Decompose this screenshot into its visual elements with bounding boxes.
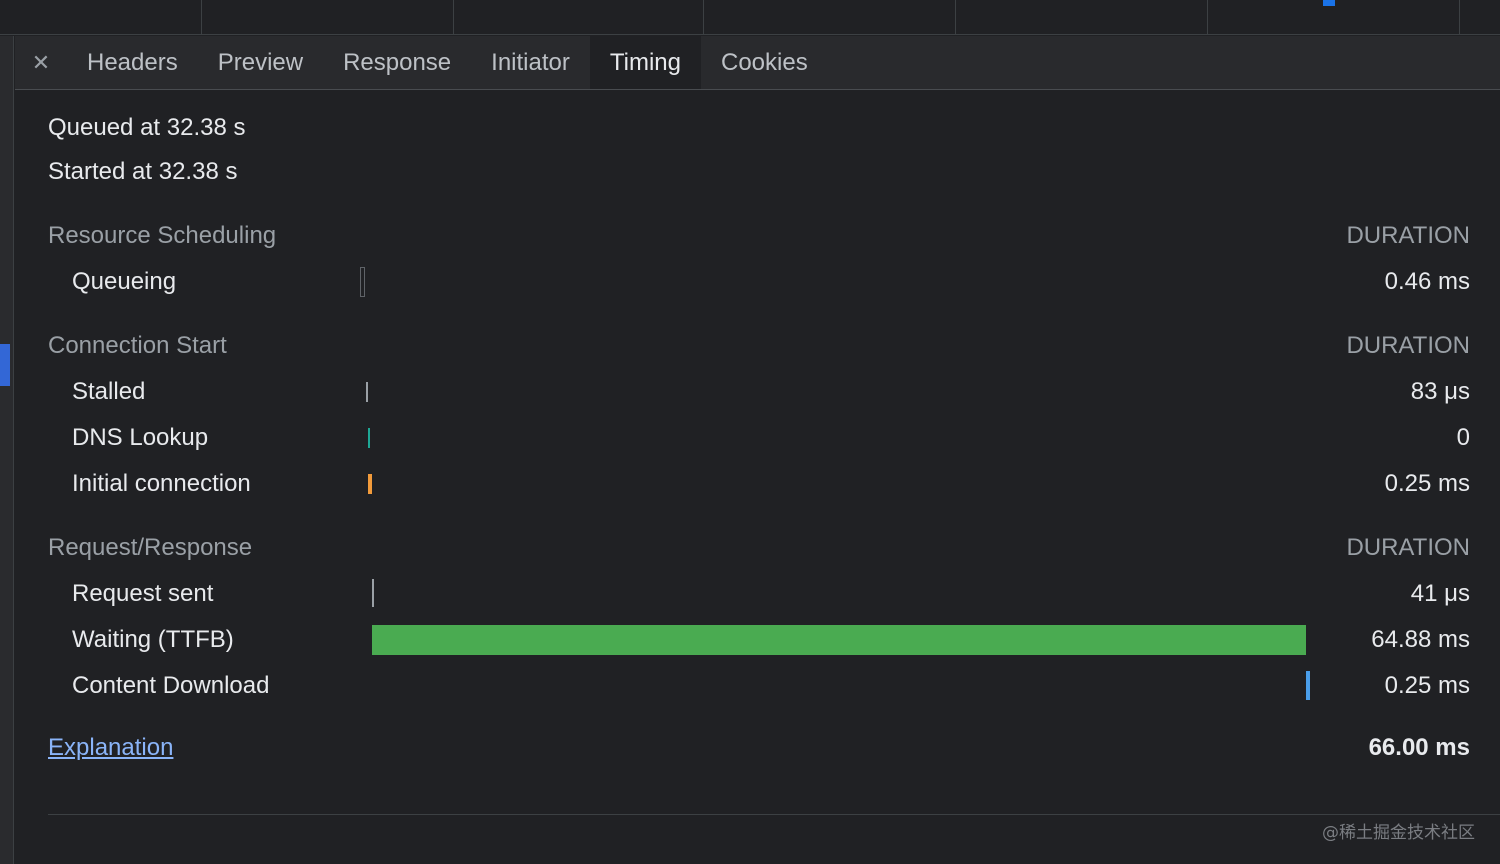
timing-row-request-sent: Request sent 41 μs (72, 574, 1470, 614)
queueing-bar (360, 267, 365, 297)
section-title: Resource Scheduling (48, 222, 277, 249)
timing-row-dns-lookup: DNS Lookup 0 (72, 418, 1470, 458)
timing-row-waiting-ttfb: Waiting (TTFB) 64.88 ms (72, 620, 1470, 660)
row-label: Request sent (72, 580, 214, 607)
column-divider (703, 0, 704, 35)
timeline-marker (1323, 0, 1335, 6)
duration-header: DURATION (1346, 534, 1470, 561)
row-label: Initial connection (72, 470, 251, 497)
started-at-text: Started at 32.38 s (48, 158, 238, 185)
row-label: Queueing (72, 268, 177, 295)
section-title: Request/Response (48, 534, 253, 561)
row-value: 41 μs (1410, 580, 1470, 607)
timing-total-row: Explanation 66.00 ms (48, 734, 1470, 762)
request-sent-bar (372, 579, 374, 607)
row-value: 64.88 ms (1371, 626, 1470, 653)
section-title: Connection Start (48, 332, 227, 359)
row-label: DNS Lookup (72, 424, 209, 451)
row-label: Content Download (72, 672, 270, 699)
selected-request-indicator (0, 344, 10, 386)
tab-cookies[interactable]: Cookies (701, 36, 828, 89)
stalled-bar (366, 382, 368, 402)
row-value: 0 (1456, 424, 1470, 451)
tab-timing[interactable]: Timing (589, 36, 701, 89)
duration-header: DURATION (1346, 222, 1470, 249)
row-value: 0.46 ms (1384, 268, 1470, 295)
row-label: Stalled (72, 378, 146, 405)
tab-preview[interactable]: Preview (198, 36, 323, 89)
timing-panel: Queued at 32.38 s Started at 32.38 s Res… (15, 91, 1500, 864)
column-divider (453, 0, 454, 35)
initial-connection-bar (368, 474, 372, 494)
row-label: Waiting (TTFB) (72, 626, 234, 653)
network-waterfall-header (0, 0, 1500, 35)
divider (48, 814, 1500, 815)
request-list-gutter[interactable] (0, 36, 14, 864)
tab-initiator[interactable]: Initiator (471, 36, 590, 89)
explanation-link[interactable]: Explanation (48, 734, 173, 761)
column-divider (1459, 0, 1460, 35)
section-header-resource-scheduling: Resource Scheduling DURATION (48, 222, 1470, 250)
row-value: 83 μs (1410, 378, 1470, 405)
content-download-bar (1306, 671, 1310, 700)
watermark: @稀土掘金技术社区 (1322, 823, 1475, 843)
section-header-request-response: Request/Response DURATION (48, 534, 1470, 562)
tab-response[interactable]: Response (323, 36, 471, 89)
row-value: 0.25 ms (1384, 672, 1470, 699)
total-duration: 66.00 ms (1368, 734, 1470, 761)
dns-lookup-bar (368, 428, 370, 448)
details-tab-bar: ✕ Headers Preview Response Initiator Tim… (15, 36, 1500, 90)
timing-row-initial-connection: Initial connection 0.25 ms (72, 464, 1470, 504)
waiting-ttfb-bar (372, 625, 1306, 655)
queued-at-text: Queued at 32.38 s (48, 114, 246, 141)
column-divider (1207, 0, 1208, 35)
tab-headers[interactable]: Headers (67, 36, 198, 89)
column-divider (201, 0, 202, 35)
timing-row-stalled: Stalled 83 μs (72, 372, 1470, 412)
column-divider (955, 0, 956, 35)
duration-header: DURATION (1346, 332, 1470, 359)
section-header-connection-start: Connection Start DURATION (48, 332, 1470, 360)
close-icon[interactable]: ✕ (15, 36, 67, 89)
row-value: 0.25 ms (1384, 470, 1470, 497)
timing-row-content-download: Content Download 0.25 ms (72, 666, 1470, 706)
timing-row-queueing: Queueing 0.46 ms (72, 262, 1470, 302)
